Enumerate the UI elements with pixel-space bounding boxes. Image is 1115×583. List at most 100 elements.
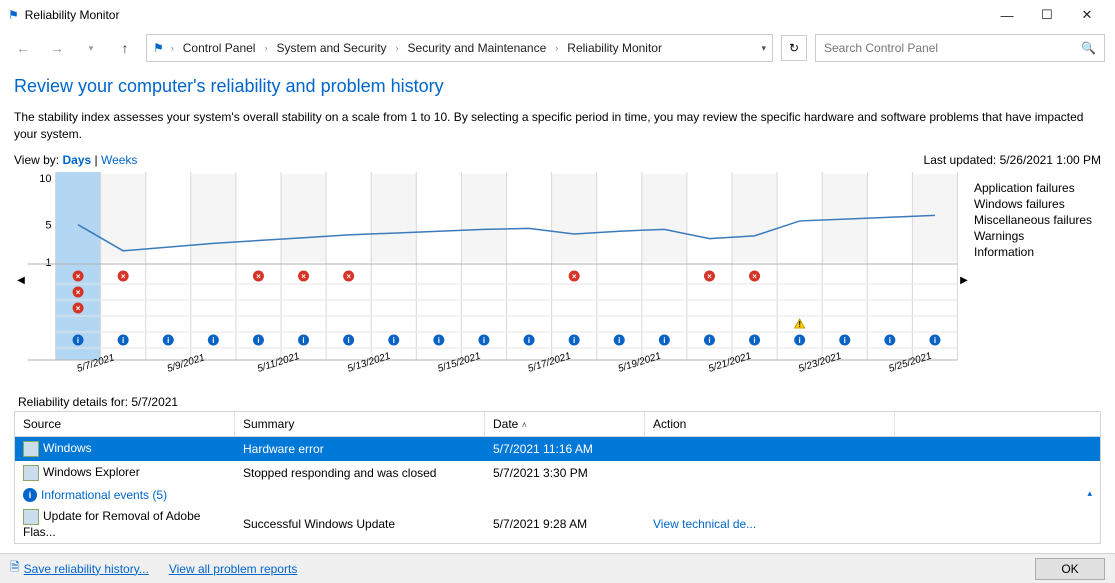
source-icon bbox=[23, 465, 39, 481]
svg-text:i: i bbox=[212, 336, 214, 345]
save-history-link[interactable]: Save reliability history... bbox=[24, 562, 149, 576]
svg-text:×: × bbox=[76, 304, 81, 313]
search-icon: 🔍 bbox=[1081, 41, 1096, 55]
save-history-icon: 🗎 bbox=[10, 558, 20, 579]
svg-text:×: × bbox=[301, 272, 306, 281]
reliability-chart: ◀ 1510××××××××××!iiiiiiiiiiiiiiiiiiii5/7… bbox=[14, 171, 1101, 391]
crumb-security-maintenance[interactable]: Security and Maintenance bbox=[406, 41, 549, 55]
svg-text:5/23/2021: 5/23/2021 bbox=[797, 350, 843, 374]
svg-text:i: i bbox=[799, 336, 801, 345]
search-placeholder: Search Control Panel bbox=[824, 41, 1081, 55]
col-source[interactable]: Source bbox=[15, 412, 235, 436]
last-updated: Last updated: 5/26/2021 1:00 PM bbox=[924, 153, 1101, 167]
svg-text:i: i bbox=[257, 336, 259, 345]
svg-text:10: 10 bbox=[39, 173, 51, 185]
svg-text:×: × bbox=[346, 272, 351, 281]
view-weeks[interactable]: Weeks bbox=[101, 153, 137, 167]
footer-bar: 🗎 Save reliability history... View all p… bbox=[0, 553, 1115, 583]
svg-text:i: i bbox=[753, 336, 755, 345]
view-controls: View by: Days | Weeks Last updated: 5/26… bbox=[14, 153, 1101, 167]
svg-text:!: ! bbox=[798, 320, 801, 329]
source-icon bbox=[23, 441, 39, 457]
minimize-button[interactable]: — bbox=[987, 8, 1027, 23]
chart-svg[interactable]: 1510××××××××××!iiiiiiiiiiiiiiiiiiii5/7/2… bbox=[27, 172, 958, 390]
table-row[interactable]: Windows Explorer Stopped responding and … bbox=[15, 461, 1100, 485]
svg-text:5/13/2021: 5/13/2021 bbox=[346, 350, 392, 374]
search-input[interactable]: Search Control Panel 🔍 bbox=[815, 34, 1105, 62]
svg-text:i: i bbox=[302, 336, 304, 345]
svg-text:1: 1 bbox=[45, 257, 51, 269]
svg-text:5/25/2021: 5/25/2021 bbox=[887, 350, 933, 374]
info-icon: i bbox=[23, 488, 37, 502]
table-row[interactable]: Windows Hardware error 5/7/2021 11:16 AM bbox=[15, 437, 1100, 461]
forward-button[interactable]: → bbox=[44, 35, 70, 61]
chevron-icon: › bbox=[261, 43, 270, 53]
crumb-reliability-monitor[interactable]: Reliability Monitor bbox=[565, 41, 664, 55]
svg-text:i: i bbox=[77, 336, 79, 345]
legend-warnings: Warnings bbox=[974, 228, 1096, 244]
chevron-icon: › bbox=[393, 43, 402, 53]
collapse-icon[interactable]: ▴ bbox=[1087, 488, 1092, 502]
svg-text:×: × bbox=[572, 272, 577, 281]
svg-text:i: i bbox=[573, 336, 575, 345]
svg-text:5: 5 bbox=[45, 219, 51, 231]
refresh-button[interactable]: ↻ bbox=[781, 35, 807, 61]
svg-text:i: i bbox=[708, 336, 710, 345]
up-button[interactable]: ↑ bbox=[112, 35, 138, 61]
chevron-icon: › bbox=[552, 43, 561, 53]
legend-misc-failures: Miscellaneous failures bbox=[974, 212, 1096, 228]
table-row[interactable]: Update for Removal of Adobe Flas... Succ… bbox=[15, 505, 1100, 543]
svg-text:i: i bbox=[122, 336, 124, 345]
ok-button[interactable]: OK bbox=[1035, 558, 1105, 580]
svg-text:×: × bbox=[752, 272, 757, 281]
svg-text:×: × bbox=[707, 272, 712, 281]
crumb-system-security[interactable]: System and Security bbox=[274, 41, 388, 55]
titlebar: ⚑ Reliability Monitor — ☐ ✕ bbox=[0, 0, 1115, 30]
recent-dropdown[interactable]: ▾ bbox=[78, 35, 104, 61]
svg-text:i: i bbox=[483, 336, 485, 345]
svg-text:5/19/2021: 5/19/2021 bbox=[617, 350, 663, 374]
svg-text:×: × bbox=[256, 272, 261, 281]
col-summary[interactable]: Summary bbox=[235, 412, 485, 436]
svg-text:i: i bbox=[663, 336, 665, 345]
svg-text:i: i bbox=[393, 336, 395, 345]
crumb-control-panel[interactable]: Control Panel bbox=[181, 41, 258, 55]
app-flag-icon: ⚑ bbox=[8, 8, 19, 22]
svg-text:i: i bbox=[934, 336, 936, 345]
close-button[interactable]: ✕ bbox=[1067, 7, 1107, 23]
grid-header: Source Summary Date ˄ Action bbox=[15, 412, 1100, 437]
chevron-icon: › bbox=[168, 43, 177, 53]
legend-windows-failures: Windows failures bbox=[974, 196, 1096, 212]
col-action[interactable]: Action bbox=[645, 412, 895, 436]
view-by-label: View by: bbox=[14, 153, 59, 167]
back-button[interactable]: ← bbox=[10, 35, 36, 61]
svg-text:i: i bbox=[844, 336, 846, 345]
view-all-reports-link[interactable]: View all problem reports bbox=[169, 562, 298, 576]
page-description: The stability index assesses your system… bbox=[14, 109, 1101, 143]
info-group-header[interactable]: iInformational events (5)▴ bbox=[15, 485, 1100, 505]
legend-app-failures: Application failures bbox=[974, 180, 1096, 196]
details-label: Reliability details for: 5/7/2021 bbox=[18, 395, 1101, 409]
svg-text:i: i bbox=[528, 336, 530, 345]
scroll-left-button[interactable]: ◀ bbox=[15, 172, 27, 390]
details-grid: Source Summary Date ˄ Action Windows Har… bbox=[14, 411, 1101, 544]
scroll-right-button[interactable]: ▶ bbox=[958, 172, 970, 390]
svg-text:5/17/2021: 5/17/2021 bbox=[527, 350, 573, 374]
address-dropdown-icon[interactable]: ▾ bbox=[761, 43, 766, 54]
navigation-bar: ← → ▾ ↑ ⚑ › Control Panel › System and S… bbox=[0, 30, 1115, 66]
sort-caret-icon: ˄ bbox=[522, 420, 527, 430]
svg-text:i: i bbox=[438, 336, 440, 345]
page-heading: Review your computer's reliability and p… bbox=[14, 76, 1101, 97]
address-bar[interactable]: ⚑ › Control Panel › System and Security … bbox=[146, 34, 773, 62]
maximize-button[interactable]: ☐ bbox=[1027, 7, 1067, 23]
view-days[interactable]: Days bbox=[62, 153, 91, 167]
svg-text:i: i bbox=[618, 336, 620, 345]
chart-legend: Application failures Windows failures Mi… bbox=[970, 172, 1100, 390]
svg-text:5/9/2021: 5/9/2021 bbox=[166, 352, 206, 374]
window-title: Reliability Monitor bbox=[25, 8, 987, 22]
source-icon bbox=[23, 509, 39, 525]
col-date[interactable]: Date ˄ bbox=[485, 412, 645, 436]
svg-text:5/21/2021: 5/21/2021 bbox=[707, 350, 753, 374]
svg-text:5/11/2021: 5/11/2021 bbox=[256, 350, 301, 374]
svg-text:×: × bbox=[76, 288, 81, 297]
